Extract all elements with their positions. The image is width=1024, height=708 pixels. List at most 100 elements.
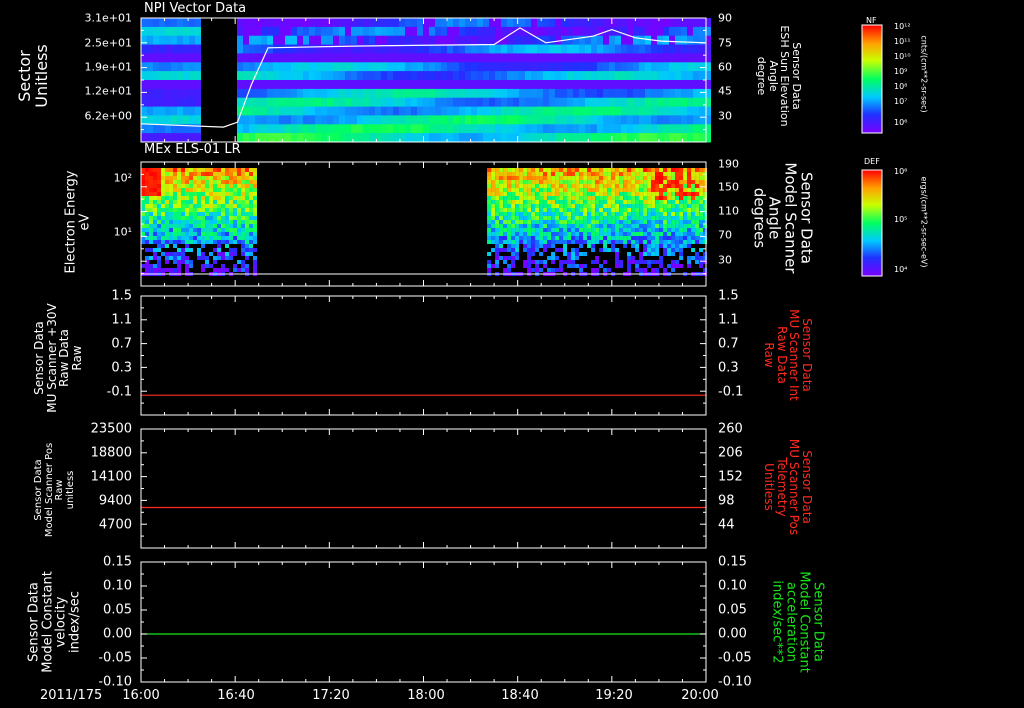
spectrogram-cell bbox=[591, 232, 596, 236]
spectrogram-cell bbox=[205, 216, 209, 220]
spectrogram-cell bbox=[543, 224, 548, 228]
spectrogram-cell bbox=[491, 220, 496, 224]
spectrogram-cell bbox=[173, 176, 177, 180]
spectrogram-cell bbox=[195, 106, 201, 116]
spectrogram-cell bbox=[561, 97, 567, 108]
spectrogram-cell bbox=[487, 260, 492, 264]
spectrogram-cell bbox=[483, 124, 489, 134]
spectrogram-cell bbox=[177, 248, 181, 252]
spectrogram-cell bbox=[197, 204, 201, 208]
spectrogram-cell bbox=[691, 232, 696, 236]
spectrogram-cell bbox=[303, 80, 309, 90]
spectrogram-cell bbox=[195, 80, 201, 90]
spectrogram-cell bbox=[567, 133, 573, 143]
spectrogram-cell bbox=[477, 62, 483, 72]
spectrogram-cell bbox=[663, 212, 668, 216]
p5-left-tick: 0.10 bbox=[103, 578, 132, 594]
panel-4-left-axis-label: Sensor Data Model Scanner Pos Raw unitless bbox=[33, 442, 76, 538]
spectrogram-cell bbox=[153, 176, 157, 180]
spectrogram-cell bbox=[699, 180, 704, 184]
spectrogram-cell bbox=[591, 18, 597, 28]
spectrogram-cell bbox=[503, 212, 508, 216]
spectrogram-cell bbox=[579, 18, 585, 28]
spectrogram-cell bbox=[603, 208, 608, 212]
spectrogram-cell bbox=[599, 192, 604, 196]
spectrogram-cell bbox=[513, 62, 519, 72]
spectrogram-cell bbox=[217, 200, 221, 204]
spectrogram-cell bbox=[165, 232, 169, 236]
spectrogram-cell bbox=[519, 18, 525, 28]
spectrogram-cell bbox=[667, 172, 672, 176]
spectrogram-cell bbox=[579, 264, 584, 268]
spectrogram-cell bbox=[551, 200, 556, 204]
spectrogram-cell bbox=[563, 240, 568, 244]
spectrogram-cell bbox=[693, 124, 699, 134]
spectrogram-cell bbox=[453, 80, 459, 90]
spectrogram-cell bbox=[563, 220, 568, 224]
spectrogram-cell bbox=[393, 106, 399, 116]
spectrogram-cell bbox=[651, 228, 656, 232]
spectrogram-cell bbox=[201, 228, 205, 232]
spectrogram-cell bbox=[399, 80, 405, 90]
spectrogram-cell bbox=[513, 71, 519, 81]
spectrogram-cell bbox=[587, 240, 592, 244]
spectrogram-cell bbox=[309, 44, 315, 54]
spectrogram-cell bbox=[495, 184, 500, 188]
spectrogram-cell bbox=[249, 184, 253, 188]
spectrogram-cell bbox=[245, 248, 249, 252]
spectrogram-cell bbox=[205, 212, 209, 216]
p4-right-tick: 152 bbox=[718, 469, 743, 485]
spectrogram-cell bbox=[291, 35, 297, 46]
spectrogram-cell bbox=[603, 196, 608, 200]
spectrogram-cell bbox=[495, 228, 500, 232]
spectrogram-cell bbox=[147, 26, 153, 37]
spectrogram-cell bbox=[435, 18, 441, 28]
spectrogram-cell bbox=[681, 26, 687, 37]
colorbar-1-tick: 10⁹ bbox=[894, 67, 908, 76]
spectrogram-cell bbox=[671, 172, 676, 176]
spectrogram-cell bbox=[669, 97, 675, 108]
spectrogram-cell bbox=[193, 224, 197, 228]
spectrogram-cell bbox=[615, 196, 620, 200]
spectrogram-cell bbox=[141, 264, 145, 268]
spectrogram-cell bbox=[603, 224, 608, 228]
spectrogram-cell bbox=[583, 192, 588, 196]
spectrogram-cell bbox=[233, 188, 237, 192]
spectrogram-cell bbox=[233, 212, 237, 216]
spectrogram-cell bbox=[607, 184, 612, 188]
spectrogram-cell bbox=[645, 97, 651, 108]
spectrogram-cell bbox=[699, 80, 705, 90]
spectrogram-cell bbox=[333, 106, 339, 116]
x-tick: 17:20 bbox=[312, 688, 350, 703]
spectrogram-cell bbox=[647, 192, 652, 196]
spectrogram-cell bbox=[683, 200, 688, 204]
spectrogram-cell bbox=[197, 224, 201, 228]
spectrogram-cell bbox=[177, 216, 181, 220]
spectrogram-cell bbox=[531, 53, 537, 63]
spectrogram-cell bbox=[609, 44, 615, 54]
spectrogram-cell bbox=[555, 124, 561, 134]
spectrogram-cell bbox=[643, 240, 648, 244]
spectrogram-cell bbox=[683, 208, 688, 212]
spectrogram-cell bbox=[691, 184, 696, 188]
spectrogram-cell bbox=[539, 188, 544, 192]
spectrogram-cell bbox=[607, 224, 612, 228]
spectrogram-cell bbox=[595, 188, 600, 192]
spectrogram-cell bbox=[627, 62, 633, 72]
spectrogram-cell bbox=[621, 88, 627, 99]
spectrogram-cell bbox=[535, 212, 540, 216]
spectrogram-cell bbox=[381, 53, 387, 63]
spectrogram-cell bbox=[651, 124, 657, 134]
spectrogram-cell bbox=[491, 208, 496, 212]
spectrogram-cell bbox=[623, 244, 628, 248]
spectrogram-cell bbox=[579, 26, 585, 37]
spectrogram-cell bbox=[683, 232, 688, 236]
spectrogram-cell bbox=[441, 71, 447, 81]
spectrogram-cell bbox=[453, 115, 459, 125]
spectrogram-cell bbox=[555, 53, 561, 63]
spectrogram-cell bbox=[183, 71, 189, 81]
spectrogram-cell bbox=[459, 18, 465, 28]
spectrogram-cell bbox=[177, 71, 183, 81]
spectrogram-cell bbox=[609, 106, 615, 116]
spectrogram-cell bbox=[561, 124, 567, 134]
